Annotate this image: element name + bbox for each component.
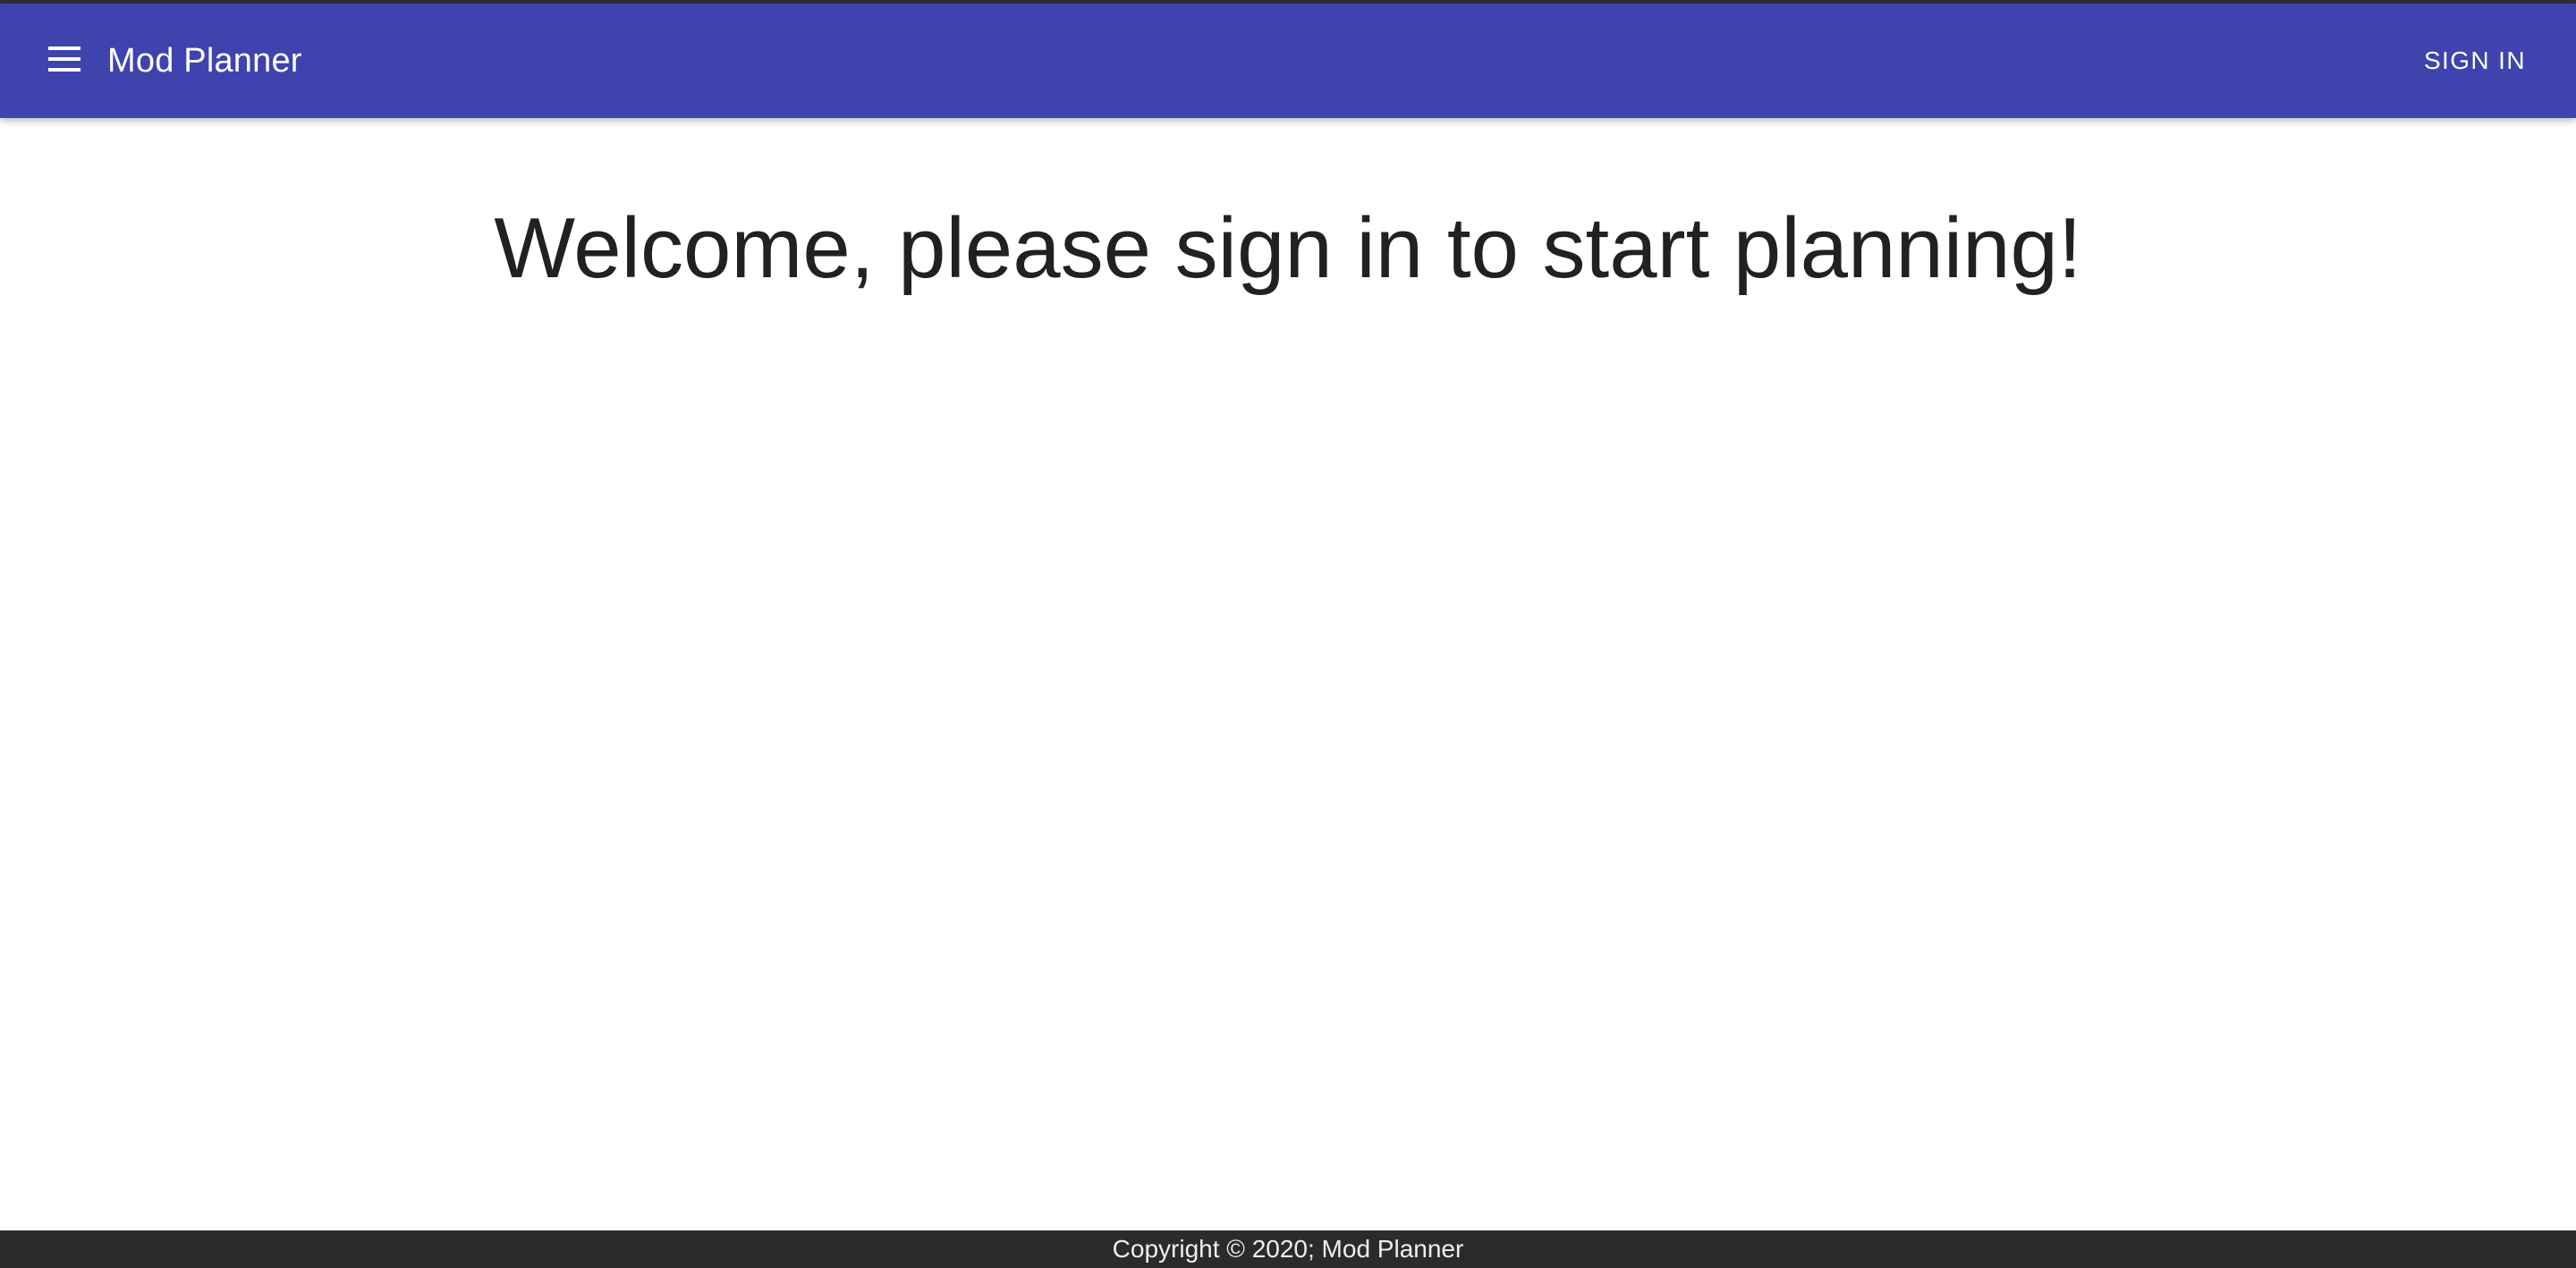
footer: Copyright © 2020; Mod Planner — [0, 1230, 2576, 1268]
app-bar: Mod Planner SIGN IN — [0, 4, 2576, 118]
welcome-heading: Welcome, please sign in to start plannin… — [494, 200, 2082, 296]
app-title: Mod Planner — [107, 42, 302, 80]
menu-button[interactable] — [32, 27, 97, 91]
hamburger-menu-icon — [48, 46, 80, 72]
copyright-text: Copyright © 2020; Mod Planner — [1112, 1235, 1464, 1263]
mod-planner-page: Mod Planner SIGN IN Welcome, please sign… — [0, 0, 2576, 1268]
main-content: Welcome, please sign in to start plannin… — [0, 118, 2576, 1230]
sign-in-button[interactable]: SIGN IN — [2410, 32, 2540, 89]
